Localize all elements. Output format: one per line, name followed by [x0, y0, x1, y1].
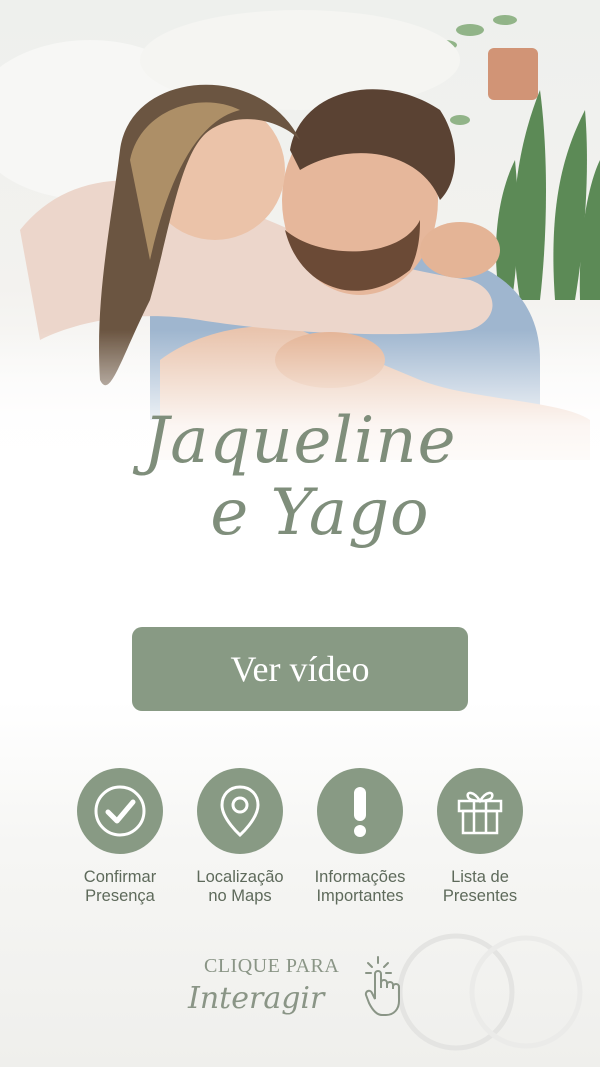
couple-names: Jaqueline e Yago [0, 405, 600, 549]
watch-video-button[interactable]: Ver vídeo [132, 627, 468, 711]
hand-pointer-icon [364, 956, 400, 1016]
name-line-2: e Yago [210, 476, 430, 550]
maps-location-label: Localização no Maps [196, 868, 284, 905]
map-pin-icon [197, 768, 283, 854]
confirm-attendance-button[interactable]: Confirmar Presença [58, 768, 182, 906]
check-circle-icon [77, 768, 163, 854]
important-info-label: Informações Importantes [314, 868, 406, 905]
exclamation-icon [317, 768, 403, 854]
click-to-interact[interactable]: CLIQUE PARA Interagir [180, 953, 420, 1033]
important-info-button[interactable]: Informações Importantes [298, 768, 422, 906]
cta-bottom-text: Interagir [188, 981, 325, 1016]
gift-icon [437, 768, 523, 854]
cta-top-text: CLIQUE PARA [204, 955, 340, 977]
gift-list-button[interactable]: Lista de Presentes [418, 768, 542, 906]
gift-list-label: Lista de Presentes [442, 868, 518, 905]
wedding-rings-icon [397, 933, 583, 1051]
confirm-attendance-label: Confirmar Presença [83, 868, 157, 905]
maps-location-button[interactable]: Localização no Maps [178, 768, 302, 906]
name-line-1: Jaqueline [143, 404, 457, 478]
